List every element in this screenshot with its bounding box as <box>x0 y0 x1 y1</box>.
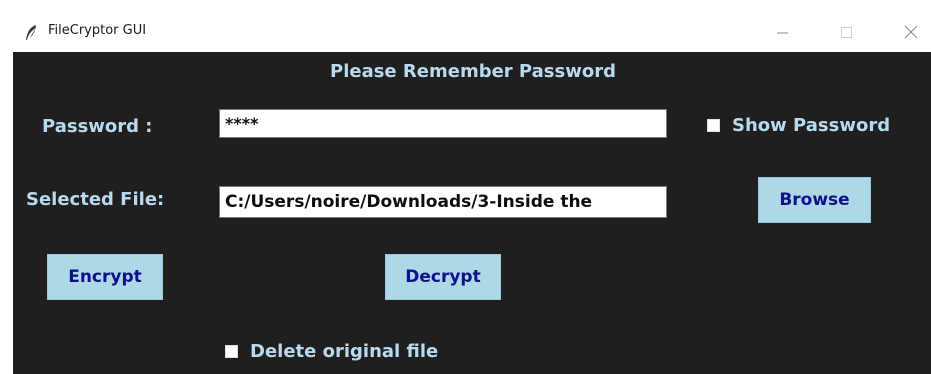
feather-icon <box>24 24 38 42</box>
password-reminder-heading: Please Remember Password <box>330 61 616 82</box>
delete-original-box[interactable] <box>225 345 238 358</box>
show-password-label: Show Password <box>732 115 891 136</box>
delete-original-label: Delete original file <box>250 341 439 362</box>
window-title: FileCryptor GUI <box>48 23 147 38</box>
selected-file-input[interactable]: C:/Users/noire/Downloads/3-Inside the <box>219 186 667 218</box>
decrypt-button[interactable]: Decrypt <box>385 254 501 300</box>
selected-file-label: Selected File: <box>26 189 165 210</box>
delete-original-checkbox[interactable]: Delete original file <box>225 341 438 362</box>
password-label: Password : <box>42 116 153 137</box>
show-password-box[interactable] <box>707 119 720 132</box>
maximize-icon[interactable] <box>825 13 867 52</box>
screenshot: FileCryptor GUI Please Remember Password… <box>0 0 931 374</box>
show-password-checkbox[interactable]: Show Password <box>707 115 890 136</box>
title-bar[interactable]: FileCryptor GUI <box>13 13 931 52</box>
encrypt-button[interactable]: Encrypt <box>47 254 163 300</box>
selected-file-value: C:/Users/noire/Downloads/3-Inside the <box>225 192 593 212</box>
browse-button[interactable]: Browse <box>758 177 871 223</box>
filecryptor-window: FileCryptor GUI Please Remember Password… <box>13 13 931 374</box>
minimize-icon[interactable] <box>761 13 803 52</box>
password-input-value: **** <box>225 114 259 133</box>
password-input[interactable]: **** <box>219 109 667 138</box>
close-icon[interactable] <box>889 13 931 52</box>
